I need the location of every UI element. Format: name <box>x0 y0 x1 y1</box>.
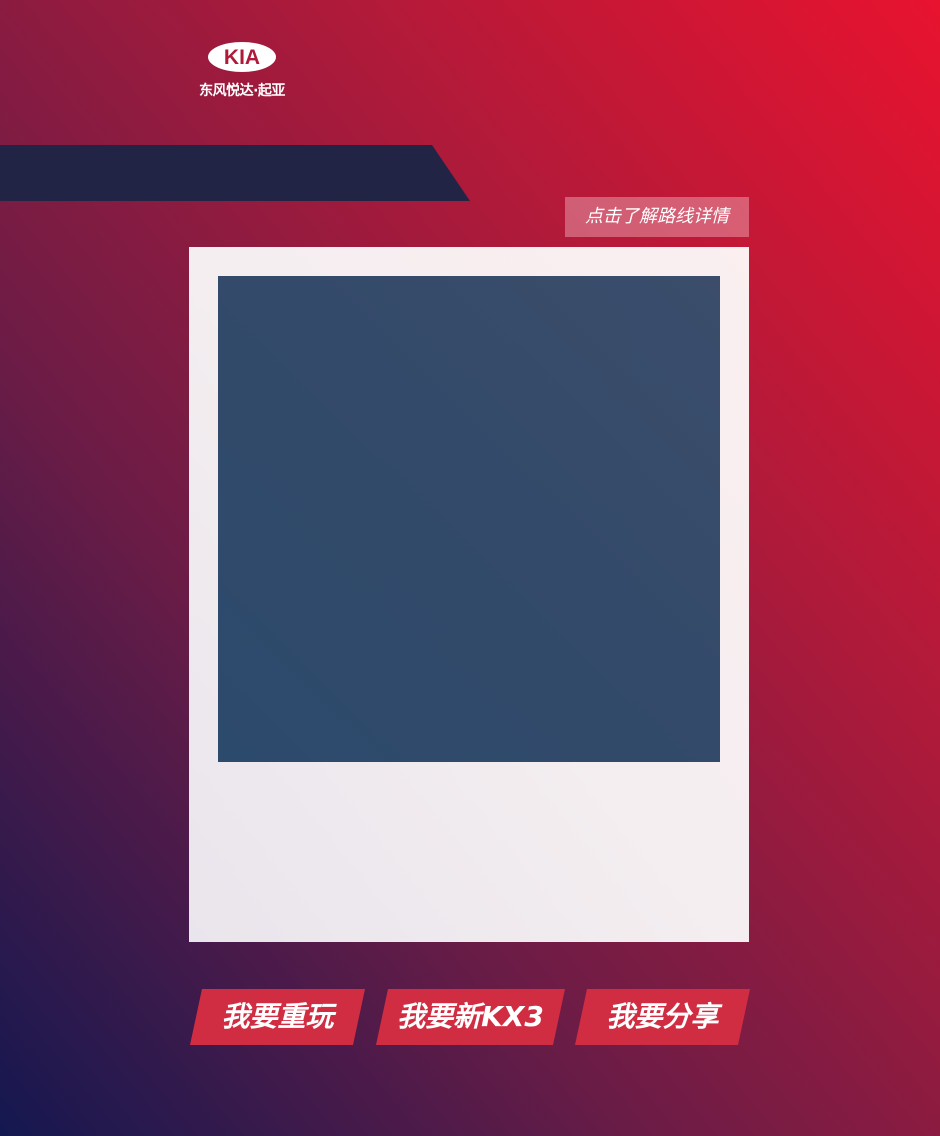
photo-placeholder <box>218 276 720 762</box>
decorative-band <box>0 145 470 201</box>
brand-subtitle: 东风悦达·起亚 <box>199 83 285 99</box>
kia-logo-text: KIA <box>224 46 260 69</box>
photo-card <box>189 247 749 942</box>
replay-button[interactable]: 我要重玩 <box>190 989 365 1045</box>
route-details-button[interactable]: 点击了解路线详情 <box>565 197 749 237</box>
action-bar: 我要重玩 我要新KX3 我要分享 <box>190 989 750 1045</box>
kia-logo: KIA 东风悦达·起亚 <box>186 36 298 102</box>
kia-oval-emblem: KIA <box>208 42 276 72</box>
new-kx3-button[interactable]: 我要新KX3 <box>376 989 565 1045</box>
share-button[interactable]: 我要分享 <box>575 989 750 1045</box>
